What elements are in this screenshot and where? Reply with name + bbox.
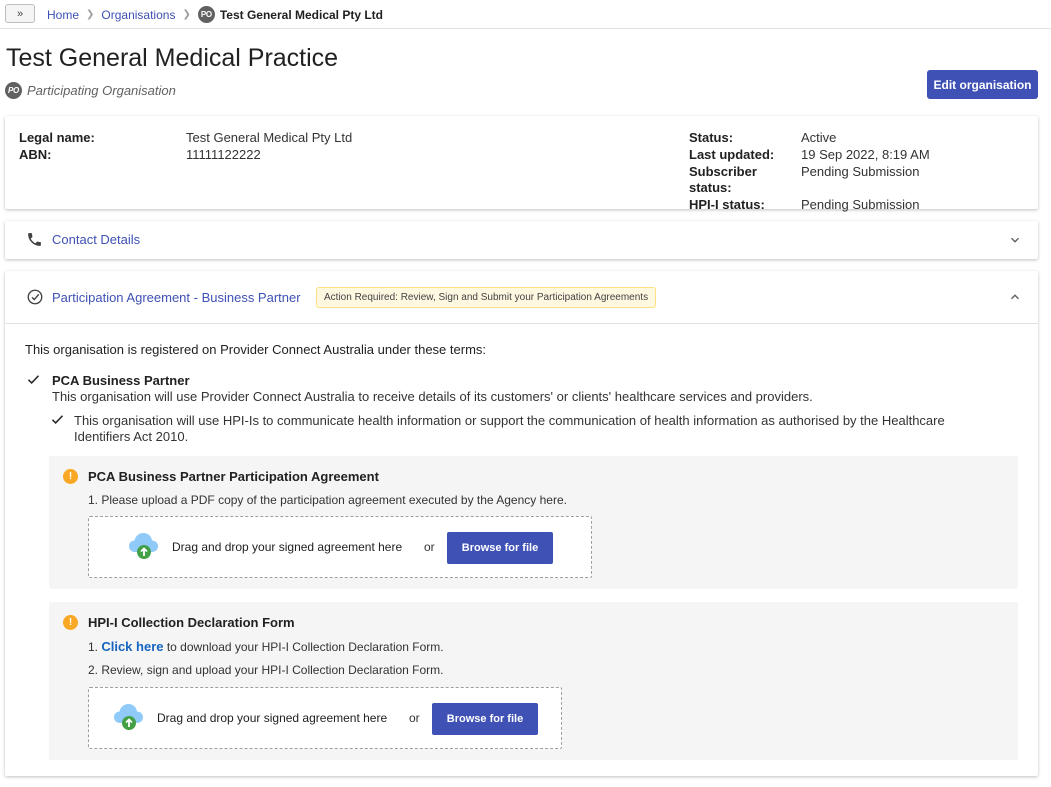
cloud-upload-icon	[112, 701, 146, 731]
download-form-link[interactable]: Click here	[101, 639, 163, 654]
last-updated-label: Last updated:	[689, 147, 775, 162]
last-updated-value: 19 Sep 2022, 8:19 AM	[801, 147, 930, 162]
browse-file-button[interactable]: Browse for file	[447, 532, 553, 564]
hpii-status-value: Pending Submission	[801, 197, 920, 212]
breadcrumb-current-label: Test General Medical Pty Ltd	[219, 7, 383, 22]
phone-icon	[26, 231, 43, 251]
agreement-intro: This organisation is registered on Provi…	[25, 342, 487, 357]
breadcrumb-organisations-link[interactable]: Organisations	[101, 8, 175, 22]
participation-agreement-panel: Participation Agreement - Business Partn…	[5, 271, 1038, 776]
hpii-declaration-upload-panel: ! HPI-I Collection Declaration Form 1. C…	[49, 602, 1018, 760]
pca-agreement-instruction: 1. Please upload a PDF copy of the parti…	[88, 493, 567, 507]
check-circle-icon	[26, 288, 44, 309]
info-left: Legal name: Test General Medical Pty Ltd…	[19, 130, 352, 163]
abn-value: 11111122222	[186, 147, 261, 162]
pca-agreement-title: PCA Business Partner Participation Agree…	[88, 469, 379, 484]
legal-name-label: Legal name:	[19, 130, 95, 145]
breadcrumb-bar: » Home ❯ Organisations ❯ PO Test General…	[0, 0, 1051, 29]
browse-file-button[interactable]: Browse for file	[432, 703, 538, 735]
breadcrumb-current: PO Test General Medical Pty Ltd	[197, 6, 383, 23]
download-instruction-suffix: to download your HPI-I Collection Declar…	[163, 640, 444, 654]
warning-icon: !	[63, 615, 78, 630]
info-right: Status: Active Last updated: 19 Sep 2022…	[689, 130, 930, 213]
contact-details-title: Contact Details	[52, 232, 141, 247]
step-number: 1.	[88, 640, 102, 654]
org-type-badge: PO	[197, 6, 215, 23]
legal-name-value: Test General Medical Pty Ltd	[186, 130, 353, 145]
dropzone-or: or	[424, 540, 435, 554]
org-subtitle: PO Participating Organisation	[5, 82, 176, 99]
cloud-upload-icon	[127, 530, 161, 560]
status-label: Status:	[689, 130, 734, 145]
dropzone-or: or	[409, 711, 420, 725]
participation-agreement-header[interactable]: Participation Agreement - Business Partn…	[5, 271, 1038, 324]
organisation-info-card: Legal name: Test General Medical Pty Ltd…	[5, 116, 1038, 212]
pca-agreement-dropzone[interactable]: Drag and drop your signed agreement here…	[88, 516, 592, 578]
hpii-status-label: HPI-I status:	[689, 197, 765, 212]
pca-business-partner-title: PCA Business Partner	[52, 373, 190, 388]
pca-business-partner-description: This organisation will use Provider Conn…	[52, 389, 813, 404]
status-value: Active	[801, 130, 837, 145]
page-title: Test General Medical Practice	[6, 44, 339, 72]
dropzone-label: Drag and drop your signed agreement here	[172, 540, 403, 554]
participation-agreement-title: Participation Agreement - Business Partn…	[52, 290, 301, 305]
chevron-right-icon: ❯	[182, 9, 191, 20]
org-type-label: Participating Organisation	[27, 83, 176, 98]
action-required-badge: Action Required: Review, Sign and Submit…	[316, 287, 657, 308]
subscriber-status-value: Pending Submission	[801, 164, 920, 179]
checkmark-icon	[26, 372, 41, 390]
checkmark-icon	[50, 412, 65, 430]
chevron-right-icon: ❯	[86, 9, 95, 20]
hpii-declaration-title: HPI-I Collection Declaration Form	[88, 615, 295, 630]
contact-details-header[interactable]: Contact Details	[5, 221, 1038, 259]
hpii-upload-instruction: 2. Review, sign and upload your HPI-I Co…	[88, 663, 444, 677]
org-type-badge: PO	[5, 82, 22, 99]
expand-sidebar-button[interactable]: »	[5, 4, 35, 23]
breadcrumb: Home ❯ Organisations ❯ PO Test General M…	[47, 6, 383, 23]
hpii-declaration-dropzone[interactable]: Drag and drop your signed agreement here…	[88, 687, 562, 749]
chevron-down-icon[interactable]	[1008, 233, 1022, 250]
abn-label: ABN:	[19, 147, 52, 162]
breadcrumb-home-link[interactable]: Home	[47, 8, 79, 22]
subscriber-status-label: Subscriber status:	[689, 164, 757, 195]
hpi-usage-statement: This organisation will use HPI-Is to com…	[74, 413, 945, 444]
edit-organisation-button[interactable]: Edit organisation	[927, 70, 1038, 99]
pca-agreement-upload-panel: ! PCA Business Partner Participation Agr…	[49, 456, 1018, 589]
contact-details-panel[interactable]: Contact Details	[5, 221, 1038, 259]
warning-icon: !	[63, 469, 78, 484]
dropzone-label: Drag and drop your signed agreement here	[157, 711, 388, 725]
chevron-up-icon[interactable]	[1008, 290, 1022, 307]
hpii-download-instruction: 1. Click here to download your HPI-I Col…	[88, 639, 444, 654]
